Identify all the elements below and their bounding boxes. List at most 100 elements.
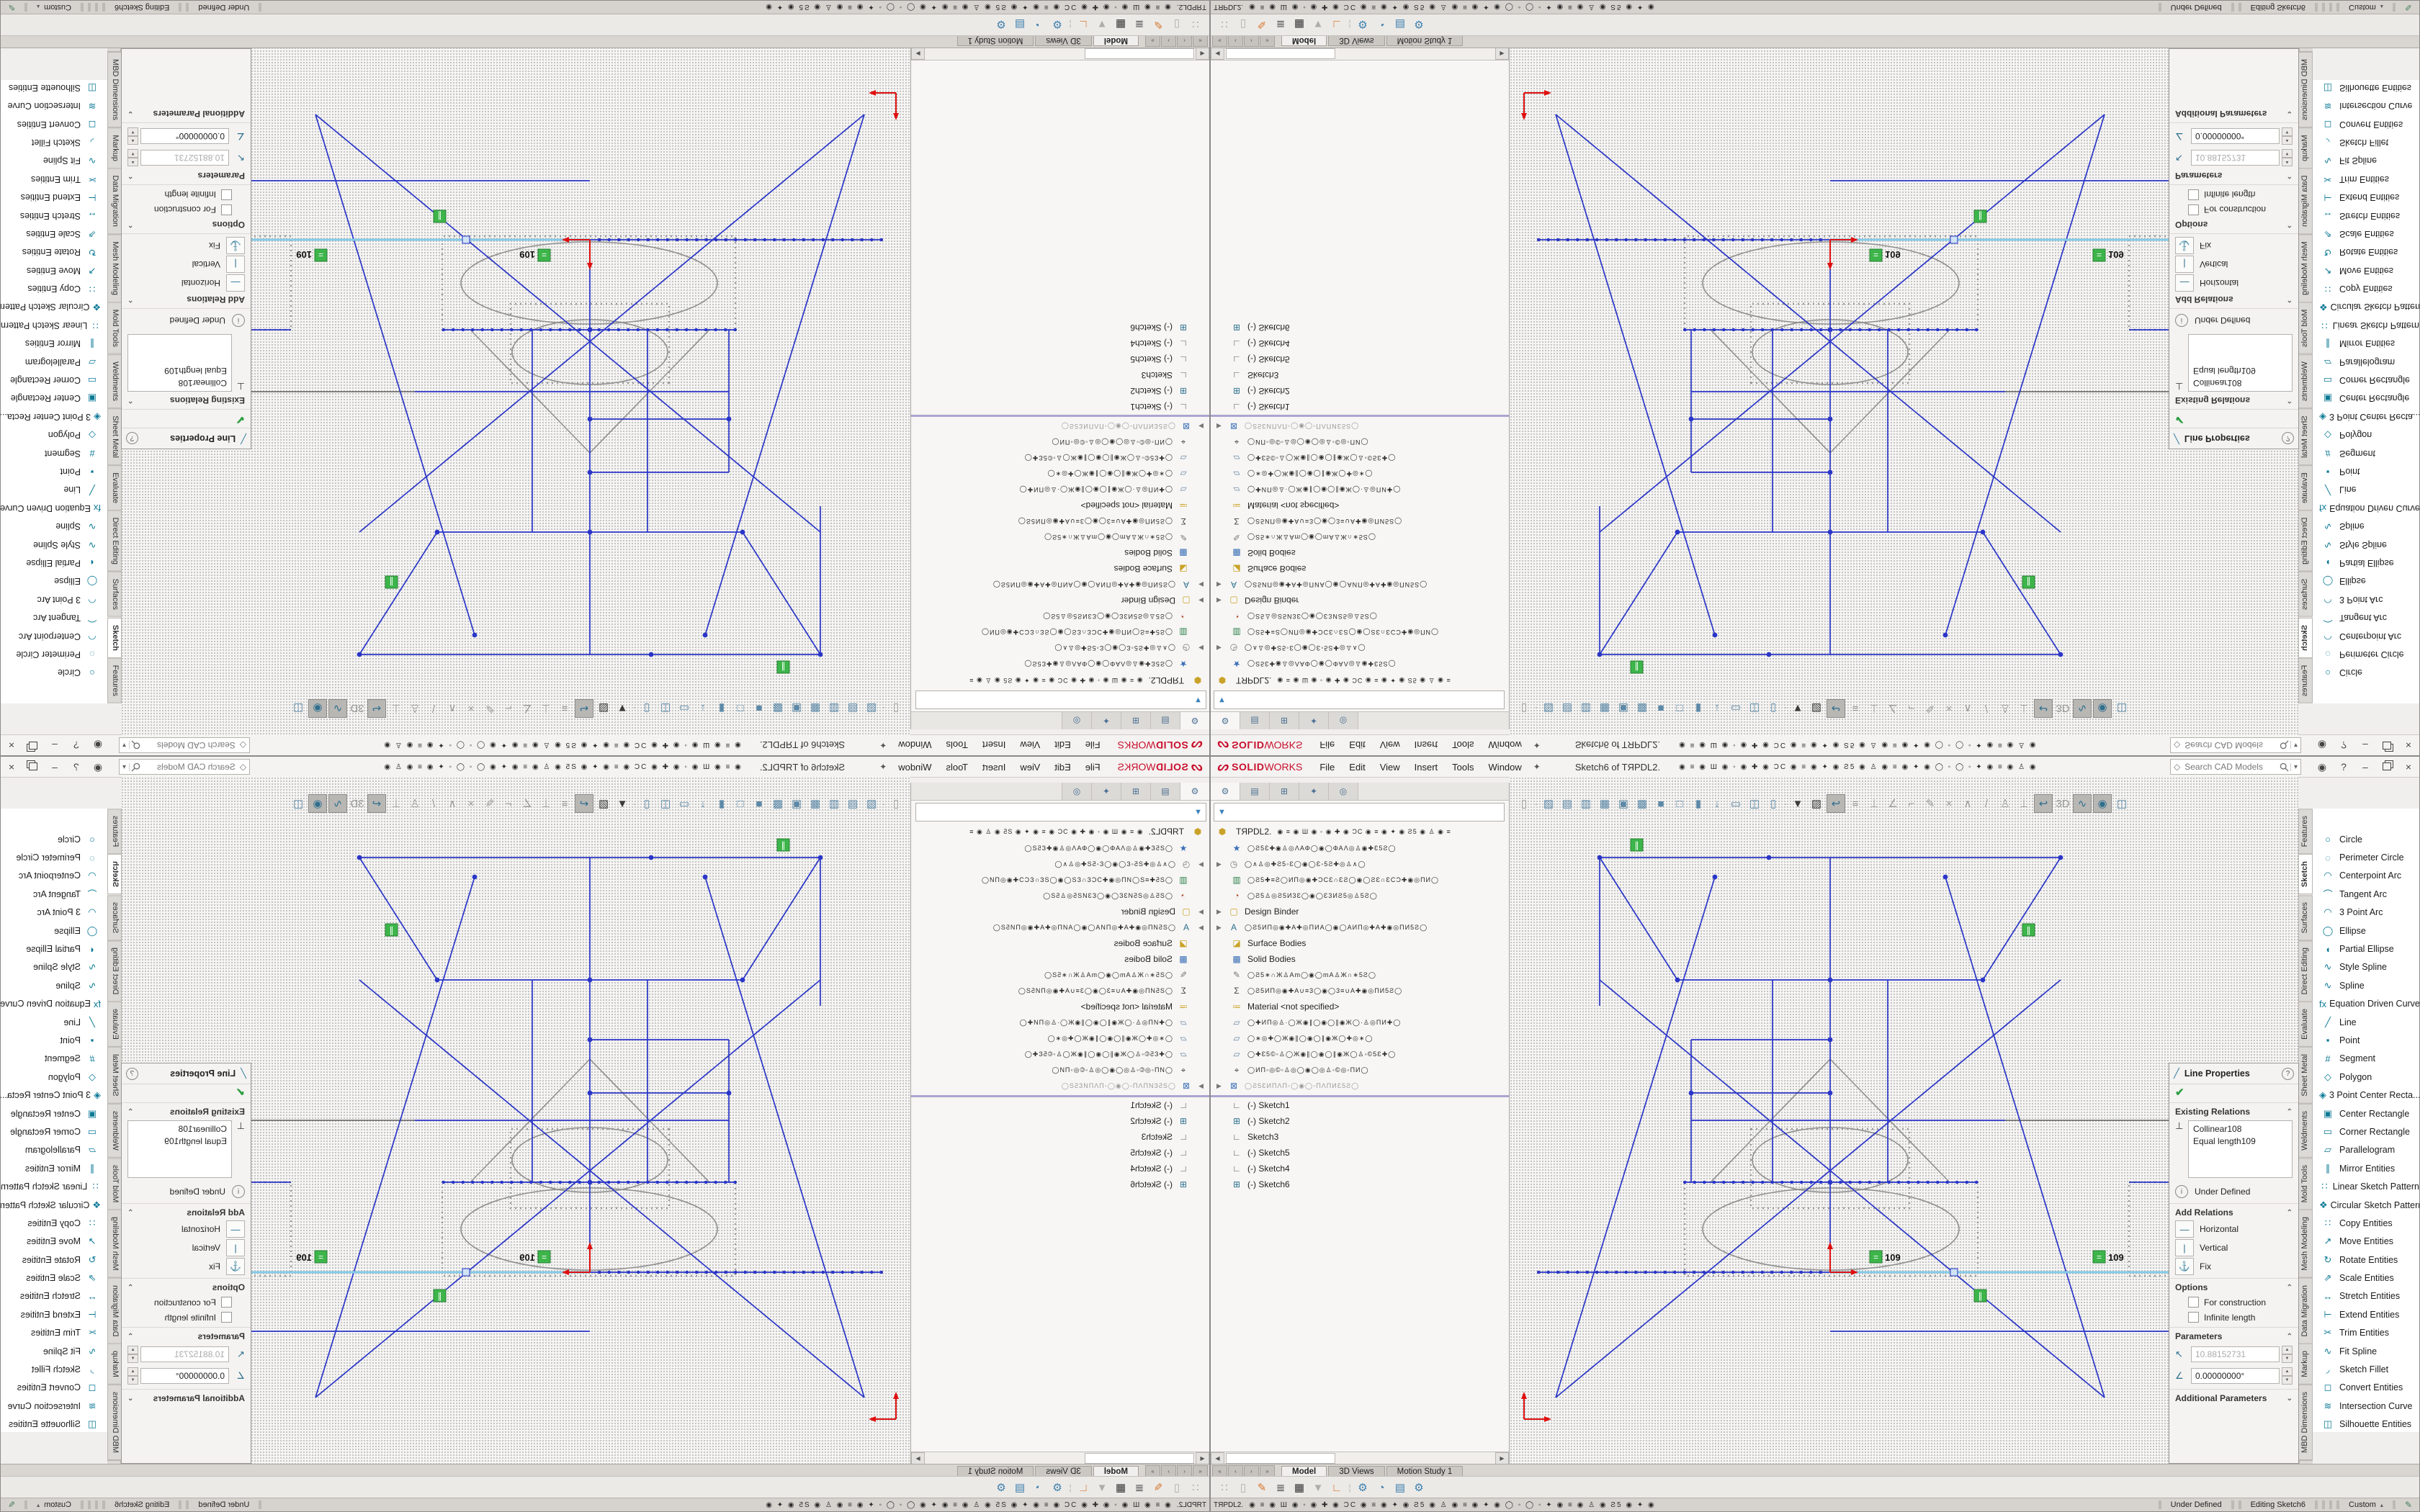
tree-item[interactable]: ▱◯∗◎✚◯Ж◉∥◯◉◯∥◉Ж◯✚◎∗◯ <box>911 466 1209 482</box>
tree-item[interactable]: ▩Solid Bodies <box>1211 545 1509 561</box>
view-toolbar-icon[interactable]: ▦ <box>807 795 824 812</box>
bottom-toolbar-icon[interactable]: ▦ <box>1290 1481 1309 1494</box>
help-icon[interactable]: ? <box>66 761 87 773</box>
menu-item-file[interactable]: File <box>1312 740 1342 751</box>
view-toolbar-icon[interactable]: ▦ <box>807 700 824 717</box>
view-toolbar-icon[interactable]: ▩ <box>769 700 786 717</box>
view-toolbar-icon[interactable]: ◫ <box>1746 700 1763 717</box>
search-input[interactable]: Search CAD Models <box>2184 740 2278 750</box>
view-toolbar-icon[interactable]: ⊥ <box>2015 795 2033 812</box>
view-toolbar-icon[interactable]: ⌐ <box>1903 700 1920 717</box>
view-toolbar-icon[interactable]: ⊥ <box>387 795 405 812</box>
relations-listbox[interactable]: Collinear108 Equal length109 <box>127 1120 232 1178</box>
expand-arrow-icon[interactable]: ▶ <box>1193 644 1204 652</box>
tool-item[interactable]: ↔Stretch Entities <box>2313 207 2419 225</box>
expand-arrow-icon[interactable]: ▶ <box>1193 581 1204 589</box>
tool-item[interactable]: ▪Point <box>1 1031 107 1049</box>
expand-arrow-icon[interactable]: ▶ <box>1193 908 1204 916</box>
close-button[interactable]: × <box>1 739 22 751</box>
view-toolbar-icon[interactable]: ↩ <box>2034 794 2053 813</box>
help-icon[interactable]: ? <box>66 739 87 751</box>
tool-item[interactable]: ◠3 Point Arc <box>2313 590 2419 608</box>
tree-sketch-item[interactable]: ⊞(-) Sketch6 <box>911 320 1209 336</box>
tree-item[interactable]: ▶◷◯∧♙◎✚Ƨ5◦Ɛ◯◉◯Ɛ◦5Ƨ✚◎♙∧◯ <box>911 640 1209 656</box>
options-section[interactable]: Options ⌃ <box>2169 1278 2298 1295</box>
collapse-icon[interactable]: ⌃ <box>127 1108 133 1116</box>
tree-splitter[interactable] <box>911 415 1209 417</box>
tool-item[interactable]: ◠3 Point Arc <box>1 904 107 922</box>
tree-root-item[interactable]: ⬢ TЯPDL2. ◉ ≡ ◉ Ш ◉ ◦ ◉ ✚ ◉ ƆC ◉ ≡ ◉ ✦ ◉… <box>911 672 1209 689</box>
bottom-toolbar-icon[interactable]: ∷ <box>1186 1481 1205 1494</box>
menu-item-view[interactable]: View <box>1373 762 1407 773</box>
tab-nav-icon[interactable]: » <box>1260 1465 1275 1477</box>
restore-button[interactable] <box>2376 761 2398 773</box>
view-toolbar-icon[interactable]: ▩ <box>1634 795 1651 812</box>
tool-item[interactable]: ◯Ellipse <box>1 922 107 940</box>
view-toolbar-icon[interactable]: ◫ <box>2113 700 2130 717</box>
command-tab-weldments[interactable]: Weldments <box>2299 354 2313 408</box>
view-toolbar-icon[interactable]: ▧ <box>863 700 880 717</box>
view-toolbar-icon[interactable]: ▭ <box>1727 795 1744 812</box>
additional-parameters-section[interactable]: Additional Parameters ⌄ <box>2169 107 2298 123</box>
view-toolbar-icon[interactable]: ▮ <box>713 795 730 812</box>
tab-nav-icon[interactable]: « <box>1193 35 1208 47</box>
view-toolbar-icon[interactable]: ■ <box>1652 795 1670 812</box>
tree-item[interactable]: ▶◷◯∧♙◎✚Ƨ5◦Ɛ◯◉◯Ɛ◦5Ƨ✚◎♙∧◯ <box>911 856 1209 872</box>
view-toolbar-icon[interactable]: ▭ <box>676 700 693 717</box>
tool-item[interactable]: ∿Style Spline <box>2313 536 2419 554</box>
tool-item[interactable]: ○Circle <box>2313 830 2419 848</box>
close-button[interactable]: × <box>2398 761 2419 773</box>
search-icon[interactable] <box>2280 741 2289 750</box>
bottom-toolbar-icon[interactable]: ⚙ <box>1048 18 1067 31</box>
bottom-toolbar-icon[interactable]: ▯ <box>1168 18 1186 31</box>
checkbox[interactable] <box>221 1297 232 1308</box>
menu-item-insert[interactable]: Insert <box>1407 762 1446 773</box>
tool-item[interactable]: ◖Partial Ellipse <box>1 940 107 958</box>
additional-parameters-section[interactable]: Additional Parameters ⌄ <box>2169 1389 2298 1405</box>
bottom-toolbar-icon[interactable]: ≣ <box>1130 1481 1149 1494</box>
tool-item[interactable]: ∿Spline <box>1 976 107 994</box>
view-toolbar-icon[interactable]: ∿ <box>2073 699 2092 718</box>
command-tab-features[interactable]: Features <box>107 809 121 854</box>
tree-sketch-item[interactable]: ∟(-) Sketch4 <box>911 1161 1209 1176</box>
tab-nav-icon[interactable]: « <box>1212 1465 1227 1477</box>
view-toolbar-icon[interactable]: ∧ <box>1959 795 1976 812</box>
tool-item[interactable]: fxEquation Driven Curve <box>1 995 107 1013</box>
relation-item[interactable]: Collinear108 <box>2193 377 2287 389</box>
scrollbar-thumb[interactable] <box>1085 1453 1194 1464</box>
bottom-toolbar-icon[interactable]: ▤ <box>1391 1481 1410 1494</box>
tool-item[interactable]: ▣Center Rectangle <box>1 390 107 408</box>
search-icon[interactable] <box>2280 762 2289 772</box>
tool-item[interactable]: ✂Trim Entities <box>2313 170 2419 188</box>
existing-relations-section[interactable]: Existing Relations ⌃ <box>122 393 251 410</box>
tab-nav-icon[interactable]: › <box>1244 35 1259 47</box>
tool-item[interactable]: ✂Trim Entities <box>1 1324 107 1342</box>
tree-sketch-item[interactable]: ∟(-) Sketch4 <box>911 336 1209 351</box>
angle-input[interactable]: 0.00000000° <box>2191 128 2280 144</box>
command-tab-evaluate[interactable]: Evaluate <box>2299 1002 2313 1047</box>
account-icon[interactable]: ◉ <box>2311 739 2333 752</box>
bottom-toolbar-icon[interactable]: ◔ <box>1029 19 1048 31</box>
command-tab-mesh-modeling[interactable]: Mesh Modeling <box>2299 234 2313 302</box>
tree-item[interactable]: ▱◯∗◎✚◯Ж◉∥◯◉◯∥◉Ж◯✚◎∗◯ <box>1211 466 1509 482</box>
minimize-button[interactable]: – <box>2354 739 2376 751</box>
tool-item[interactable]: ◯Ellipse <box>1 572 107 590</box>
menu-item-edit[interactable]: Edit <box>1342 762 1372 773</box>
bottom-toolbar-icon[interactable]: ▯ <box>1234 1481 1252 1494</box>
tab-3d-views[interactable]: 3D Views <box>1035 35 1091 46</box>
view-toolbar-icon[interactable]: ▮ <box>1690 795 1707 812</box>
feature-manager-tab[interactable]: ⚙ <box>1180 783 1209 800</box>
bottom-toolbar-icon[interactable]: ▼ <box>1093 19 1111 31</box>
tool-item[interactable]: ↗Move Entities <box>1 1233 107 1251</box>
tool-item[interactable]: ◫Silhouette Entities <box>1 80 107 97</box>
view-toolbar-icon[interactable]: ▣ <box>788 700 805 717</box>
bottom-toolbar-icon[interactable]: ⚙ <box>992 18 1010 31</box>
view-toolbar-icon[interactable]: ▼ <box>1789 700 1806 717</box>
stylus-icon[interactable]: ✎ <box>8 1500 15 1510</box>
additional-parameters-section[interactable]: Additional Parameters ⌄ <box>122 107 251 123</box>
tree-filter-box[interactable]: ▼ <box>915 690 1206 709</box>
add-relation-horizontal[interactable]: —Horizontal <box>2169 274 2298 292</box>
close-button[interactable]: × <box>1 761 22 773</box>
command-tab-markup[interactable]: Markup <box>2299 1344 2313 1385</box>
tree-splitter[interactable] <box>1211 415 1509 417</box>
